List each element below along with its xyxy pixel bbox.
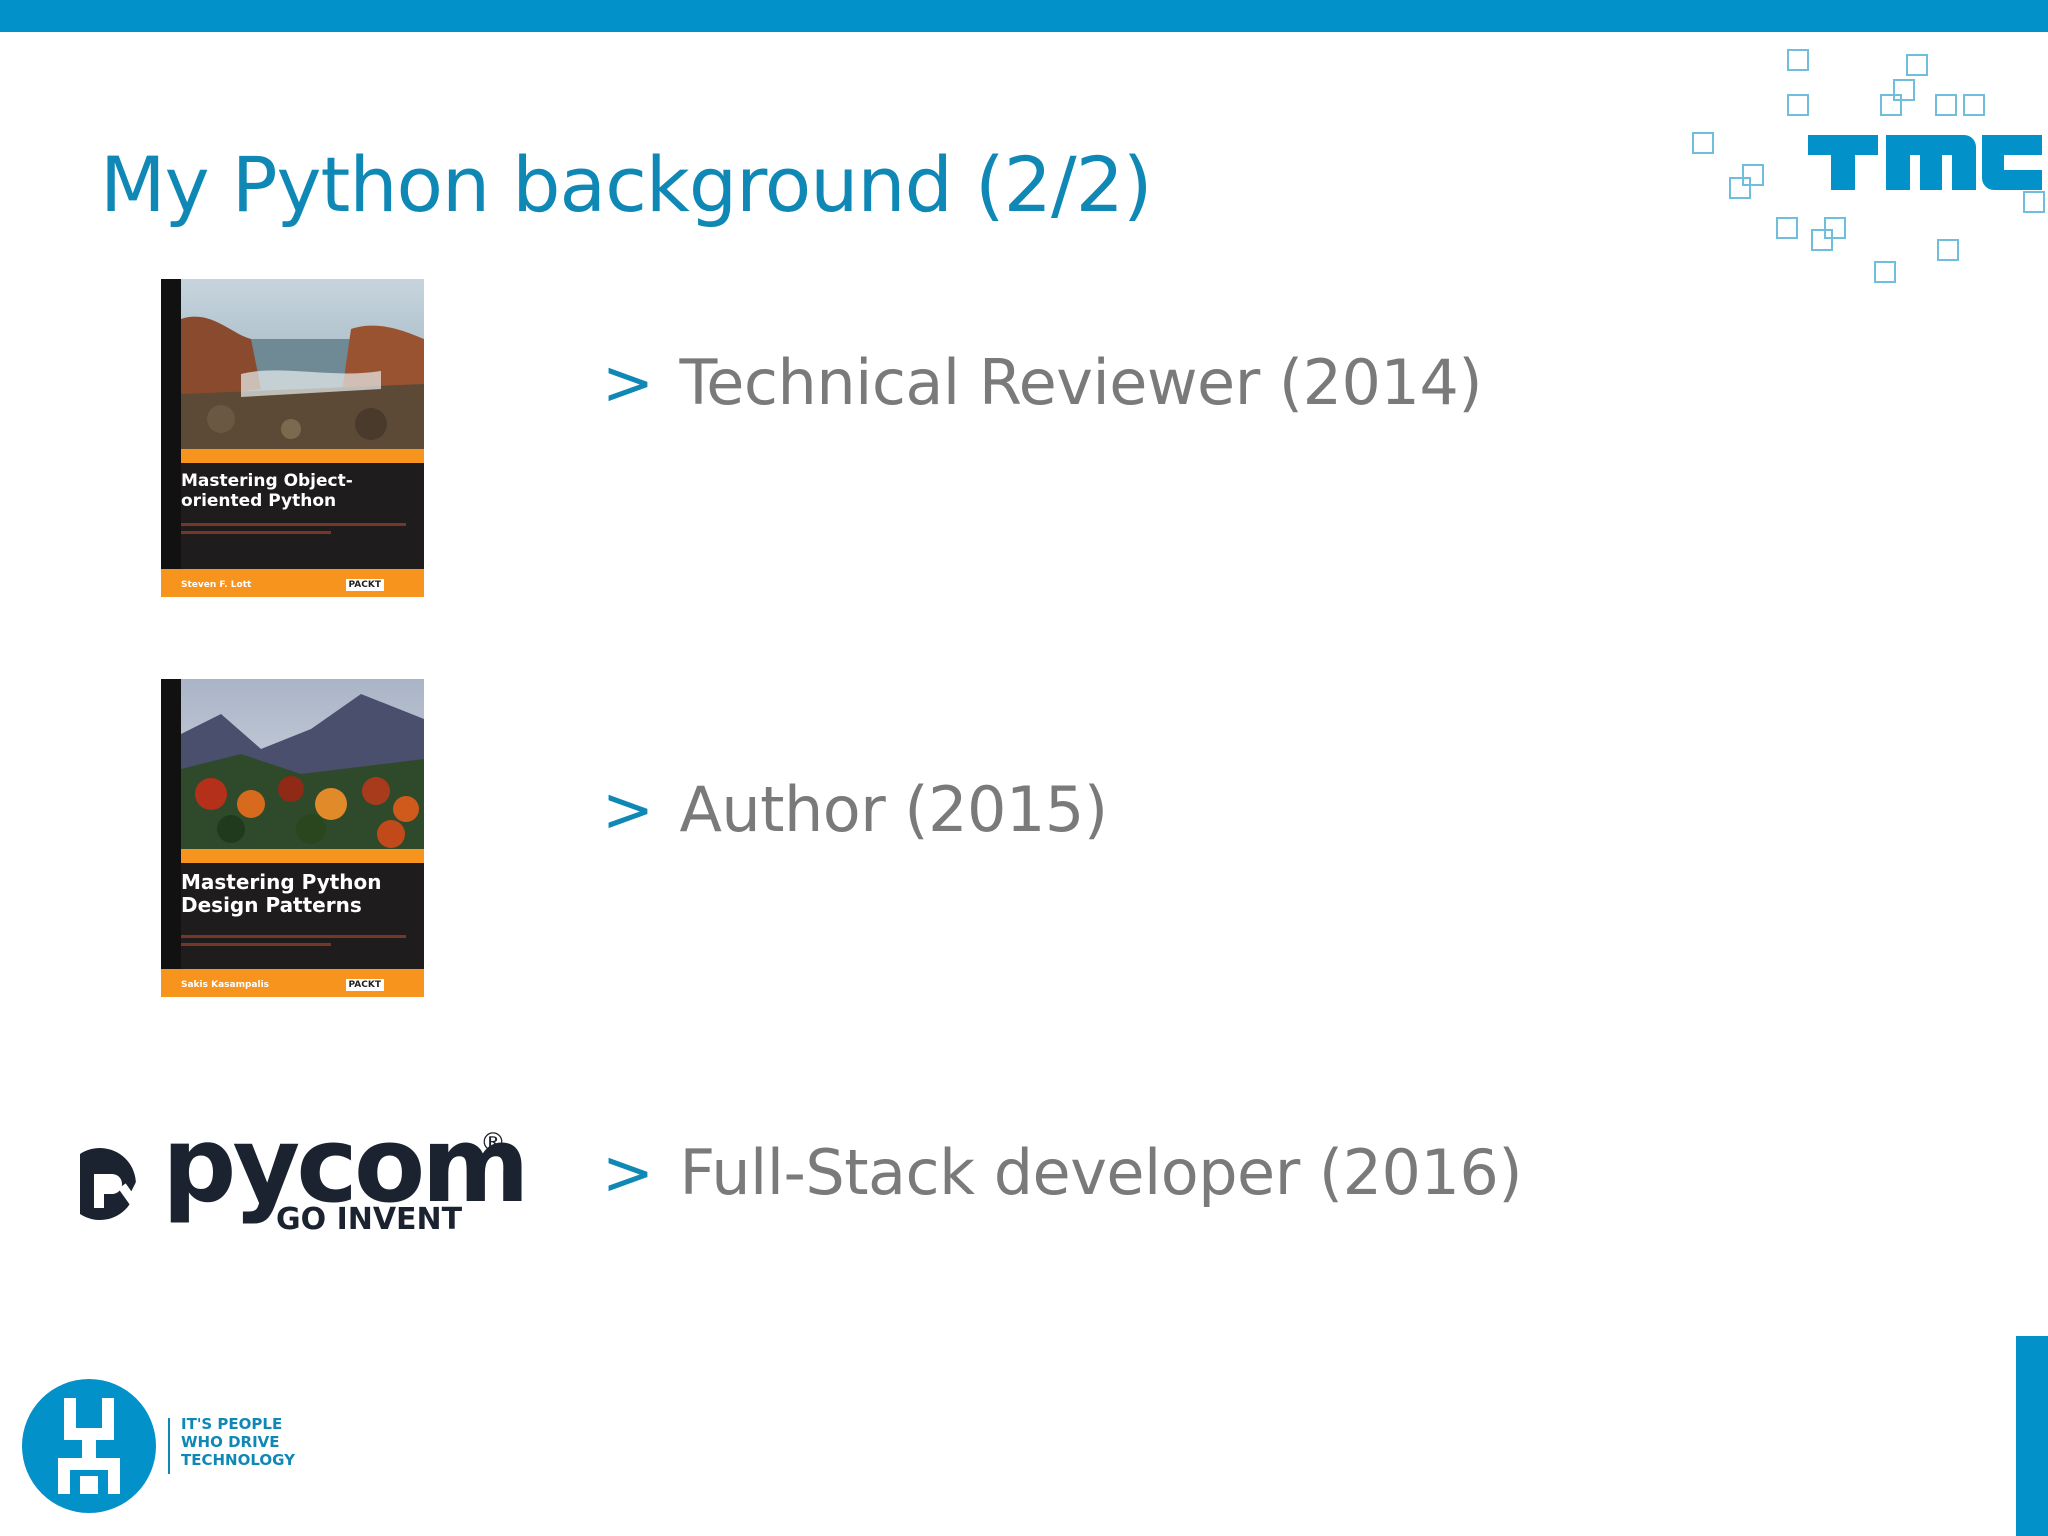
- pycom-logo: pycom ® GO INVENT: [76, 1104, 530, 1242]
- bullet-text: Full-Stack developer (2016): [679, 1136, 1523, 1209]
- top-accent-bar: [0, 0, 2048, 32]
- book-description: [181, 523, 406, 526]
- bullet-arrow: >: [602, 346, 654, 419]
- registered-mark: ®: [480, 1128, 506, 1158]
- bullet-arrow: >: [602, 773, 654, 846]
- bullet-arrow: >: [602, 1136, 654, 1209]
- bullet-technical-reviewer: > Technical Reviewer (2014): [602, 346, 1483, 419]
- bullet-full-stack-developer: > Full-Stack developer (2016): [602, 1136, 1523, 1209]
- book-tagline-strip: [181, 449, 424, 463]
- book-title: Mastering Python Design Patterns: [181, 870, 382, 917]
- book-title: Mastering Object-oriented Python: [181, 471, 353, 511]
- slogan-line: IT'S PEOPLE: [181, 1415, 283, 1433]
- book-cover-mastering-design-patterns: Mastering Python Design Patterns Sakis K…: [161, 679, 424, 997]
- autumn-mountains-photo: [181, 679, 424, 849]
- rocky-coast-photo: [181, 279, 424, 449]
- book-spine: [161, 679, 181, 997]
- book-description: [181, 935, 406, 938]
- slogan-line: TECHNOLOGY: [181, 1451, 295, 1469]
- bullet-author: > Author (2015): [602, 773, 1108, 846]
- bullet-text: Author (2015): [679, 773, 1108, 846]
- book-tagline-strip: [181, 849, 424, 863]
- book-footer: Steven F. Lott PACKT: [161, 569, 424, 597]
- book-description: [181, 943, 331, 946]
- pycom-tagline: GO INVENT: [276, 1202, 463, 1237]
- bullet-text: Technical Reviewer (2014): [679, 346, 1483, 419]
- book-spine: [161, 279, 181, 597]
- book-author: Steven F. Lott: [181, 580, 252, 590]
- people-logo-icon: [22, 1379, 156, 1513]
- book-cover-mastering-oop: Mastering Object-oriented Python Steven …: [161, 279, 424, 597]
- tmc-logo: [1692, 49, 2045, 283]
- book-description: [181, 531, 331, 534]
- footer-slogan: IT'S PEOPLE WHO DRIVE TECHNOLOGY: [181, 1415, 295, 1469]
- right-accent-bar: [2016, 1336, 2048, 1536]
- pycom-icon: [80, 1148, 149, 1220]
- book-footer: Sakis Kasampalis PACKT: [161, 969, 424, 997]
- book-author: Sakis Kasampalis: [181, 980, 270, 990]
- publisher-logo: PACKT: [345, 579, 384, 591]
- publisher-logo: PACKT: [345, 979, 384, 991]
- slogan-line: WHO DRIVE: [181, 1433, 280, 1451]
- footer-logo-divider: [168, 1418, 170, 1474]
- page-title: My Python background (2/2): [100, 140, 1153, 229]
